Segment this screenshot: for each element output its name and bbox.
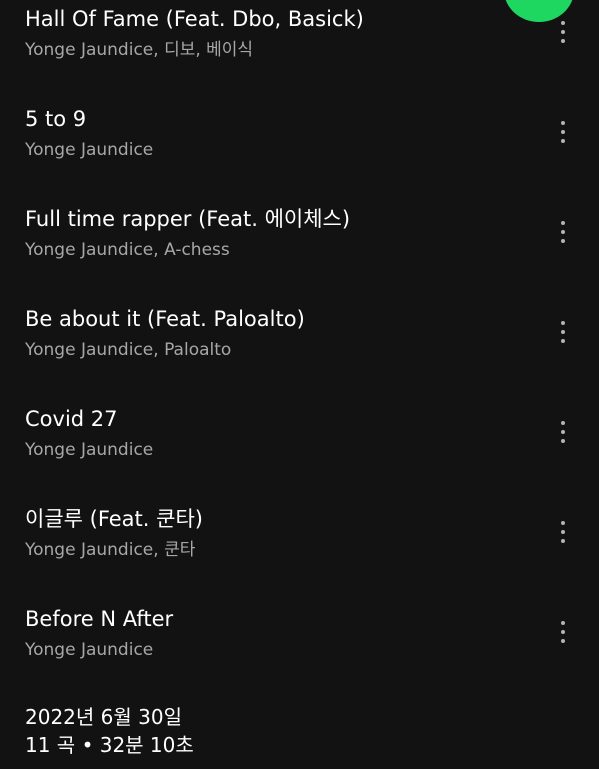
track-row[interactable]: Before N After Yonge Jaundice	[0, 600, 599, 700]
track-title: Full time rapper (Feat. 에이체스)	[25, 207, 351, 231]
track-title: 5 to 9	[25, 107, 87, 131]
track-title: 이글루 (Feat. 쿤타)	[25, 507, 203, 531]
track-artists: Yonge Jaundice, 디보, 베이식	[25, 40, 254, 60]
track-row[interactable]: 이글루 (Feat. 쿤타) Yonge Jaundice, 쿤타	[0, 500, 599, 600]
album-meta: 2022년 6월 30일 11 곡 • 32분 10초	[25, 703, 194, 759]
track-artists: Yonge Jaundice, Paloalto	[25, 340, 232, 360]
more-options-icon[interactable]	[553, 112, 573, 152]
track-artists: Yonge Jaundice	[25, 440, 154, 460]
track-row[interactable]: Full time rapper (Feat. 에이체스) Yonge Jaun…	[0, 200, 599, 300]
track-row[interactable]: Covid 27 Yonge Jaundice	[0, 400, 599, 500]
track-title: Before N After	[25, 607, 174, 631]
track-title: Be about it (Feat. Paloalto)	[25, 307, 305, 331]
release-date: 2022년 6월 30일	[25, 705, 182, 729]
track-title: Covid 27	[25, 407, 118, 431]
track-artists: Yonge Jaundice	[25, 140, 154, 160]
track-artists: Yonge Jaundice, 쿤타	[25, 540, 196, 560]
more-options-icon[interactable]	[553, 12, 573, 52]
track-artists: Yonge Jaundice, A-chess	[25, 240, 230, 260]
more-options-icon[interactable]	[553, 212, 573, 252]
track-artists: Yonge Jaundice	[25, 640, 154, 660]
more-options-icon[interactable]	[553, 512, 573, 552]
track-row[interactable]: Hall Of Fame (Feat. Dbo, Basick) Yonge J…	[0, 0, 599, 100]
album-summary: 11 곡 • 32분 10초	[25, 733, 194, 757]
track-row[interactable]: Be about it (Feat. Paloalto) Yonge Jaund…	[0, 300, 599, 400]
track-title: Hall Of Fame (Feat. Dbo, Basick)	[25, 7, 364, 31]
track-list: Hall Of Fame (Feat. Dbo, Basick) Yonge J…	[0, 0, 599, 700]
more-options-icon[interactable]	[553, 312, 573, 352]
more-options-icon[interactable]	[553, 412, 573, 452]
more-options-icon[interactable]	[553, 612, 573, 652]
track-row[interactable]: 5 to 9 Yonge Jaundice	[0, 100, 599, 200]
